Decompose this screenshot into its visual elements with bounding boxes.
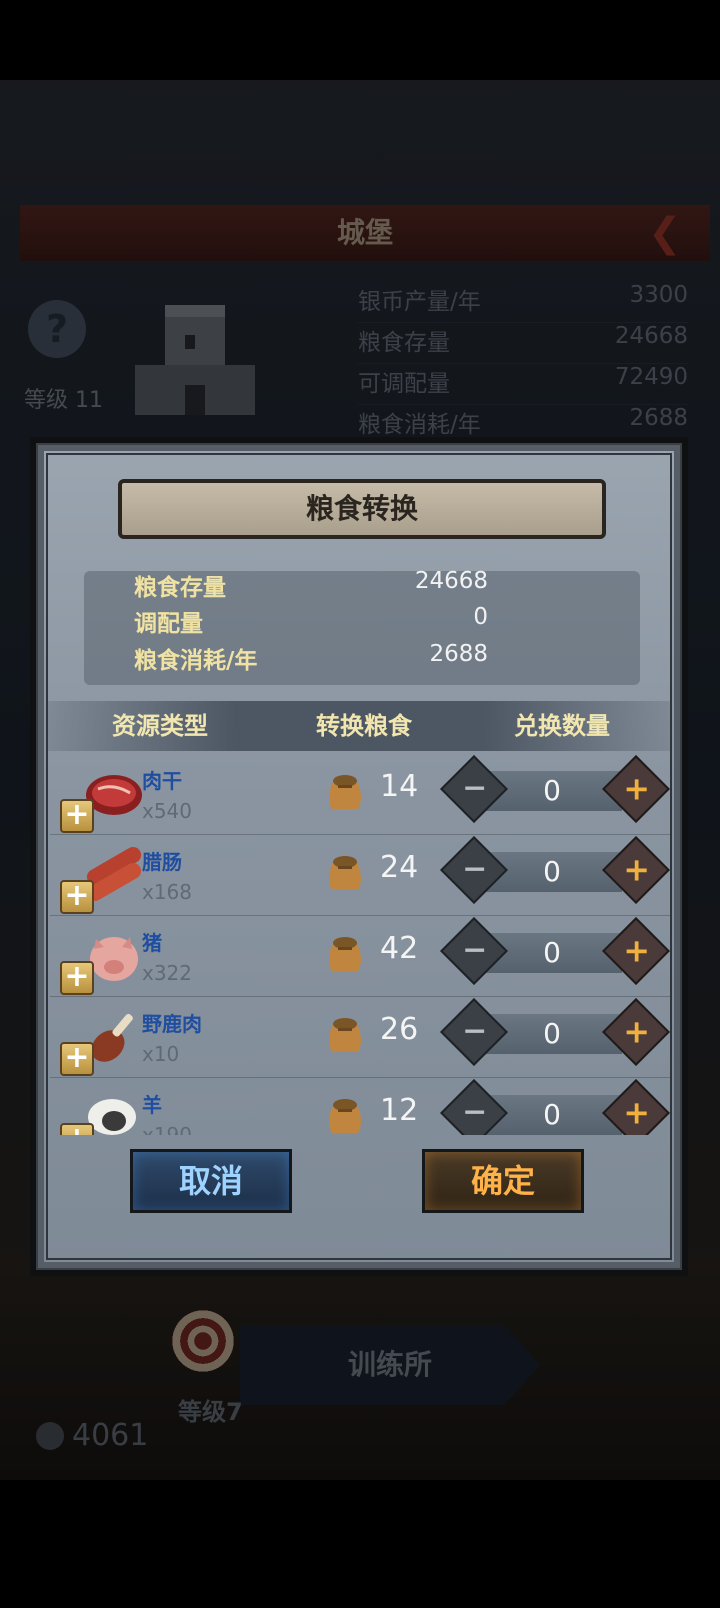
add-item-button[interactable]: + xyxy=(60,961,94,995)
list-item: + 猪 x322 42 0 − + xyxy=(50,915,672,997)
cancel-button[interactable]: 取消 xyxy=(130,1149,292,1213)
decrease-button[interactable]: − xyxy=(440,998,508,1066)
summary-row: 粮食消耗/年 2688 xyxy=(134,641,488,675)
increase-button[interactable]: + xyxy=(602,755,670,823)
item-name: 肉干 xyxy=(142,769,182,793)
item-count: x10 xyxy=(142,1042,180,1066)
add-item-button[interactable]: + xyxy=(60,799,94,833)
plus-icon: + xyxy=(623,850,651,889)
minus-icon: − xyxy=(462,770,488,806)
minus-icon: − xyxy=(462,1094,488,1130)
summary-row: 调配量 0 xyxy=(134,604,488,638)
increase-button[interactable]: + xyxy=(602,998,670,1066)
plus-icon: + xyxy=(623,931,651,970)
grain-sack-icon xyxy=(329,856,361,890)
item-count: x168 xyxy=(142,880,193,904)
column-quantity: 兑换数量 xyxy=(514,712,610,740)
grain-value: 24 xyxy=(380,850,419,885)
list-item: + 腊肠 x168 24 0 − + xyxy=(50,834,672,916)
list-item: + 肉干 x540 14 0 − + xyxy=(50,753,672,835)
increase-button[interactable]: + xyxy=(602,836,670,904)
item-name: 野鹿肉 xyxy=(142,1012,202,1036)
item-name: 羊 xyxy=(142,1093,162,1117)
summary-value: 24668 xyxy=(414,568,488,594)
plus-icon: + xyxy=(623,769,651,808)
summary-value: 2688 xyxy=(429,641,488,667)
item-name: 猪 xyxy=(142,931,162,955)
plus-icon: + xyxy=(623,1012,651,1051)
grain-sack-icon xyxy=(329,1099,361,1133)
minus-icon: − xyxy=(462,932,488,968)
summary-label: 粮食存量 xyxy=(134,575,226,601)
item-name: 腊肠 xyxy=(142,850,182,874)
column-grain: 转换粮食 xyxy=(316,712,412,740)
item-count: x540 xyxy=(142,799,193,823)
confirm-button[interactable]: 确定 xyxy=(422,1149,584,1213)
summary-row: 粮食存量 24668 xyxy=(134,568,488,602)
plus-icon: + xyxy=(623,1093,651,1132)
minus-icon: − xyxy=(462,1013,488,1049)
grain-value: 14 xyxy=(380,769,419,804)
add-item-button[interactable]: + xyxy=(60,880,94,914)
summary-label: 调配量 xyxy=(134,611,203,637)
item-list[interactable]: + 肉干 x540 14 0 − + + 腊肠 x168 24 0 − + + … xyxy=(50,753,672,1135)
minus-icon: − xyxy=(462,851,488,887)
grain-value: 26 xyxy=(380,1012,419,1047)
grain-sack-icon xyxy=(329,1018,361,1052)
decrease-button[interactable]: − xyxy=(440,836,508,904)
item-count: x322 xyxy=(142,961,193,985)
summary-value: 0 xyxy=(473,604,488,630)
list-item: + 羊 x190 12 0 − + xyxy=(50,1077,672,1135)
add-item-button[interactable]: + xyxy=(60,1042,94,1076)
decrease-button[interactable]: − xyxy=(440,917,508,985)
dialog-title: 粮食转换 xyxy=(118,479,606,539)
column-header: 资源类型 转换粮食 兑换数量 xyxy=(48,701,670,751)
grain-sack-icon xyxy=(329,775,361,809)
grain-conversion-dialog: 粮食转换 粮食存量 24668 调配量 0 粮食消耗/年 2688 资源类型 转… xyxy=(30,437,688,1276)
list-item: + 野鹿肉 x10 26 0 − + xyxy=(50,996,672,1078)
column-resource-type: 资源类型 xyxy=(112,712,208,740)
decrease-button[interactable]: − xyxy=(440,755,508,823)
grain-value: 42 xyxy=(380,931,419,966)
grain-value: 12 xyxy=(380,1093,419,1128)
item-count: x190 xyxy=(142,1123,193,1135)
grain-sack-icon xyxy=(329,937,361,971)
summary-label: 粮食消耗/年 xyxy=(134,648,258,674)
add-item-button[interactable]: + xyxy=(60,1123,94,1135)
increase-button[interactable]: + xyxy=(602,917,670,985)
